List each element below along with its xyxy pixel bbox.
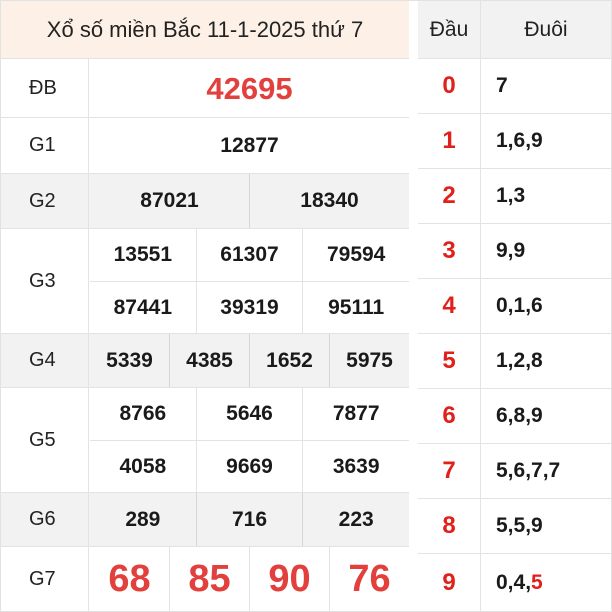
tail-column-header: Đuôi [524, 17, 568, 41]
prize-number: 5975 [346, 348, 393, 372]
prize-number: 79594 [326, 243, 386, 266]
prize-number: 8766 [90, 388, 197, 440]
loto-head: 1 [418, 114, 481, 168]
prize-label: G1 [1, 118, 89, 173]
prize-number: 5646 [197, 388, 304, 440]
prize-row-g3: G3 13551 61307 79594 87441 39319 95111 [1, 229, 409, 334]
prize-label: G4 [1, 334, 89, 387]
prize-label: G7 [1, 547, 89, 611]
loto-tail: 0,4, 5 [496, 570, 543, 594]
loto-tail: 1,3 [496, 184, 526, 207]
prize-number: 68 [90, 547, 170, 611]
loto-row: 8 5,5,9 [418, 499, 611, 554]
prize-number: 3639 [332, 454, 380, 478]
prize-number: 95111 [328, 295, 385, 319]
loto-head: 9 [418, 554, 481, 611]
loto-head: 5 [418, 334, 481, 388]
page-title: Xổ số miền Bắc 11-1-2025 thứ 7 [1, 1, 409, 59]
loto-head: 2 [418, 169, 481, 223]
prize-number: 87441 [90, 282, 197, 333]
loto-row: 9 0,4, 5 [418, 554, 611, 611]
prize-number: 9669 [197, 441, 304, 492]
prize-number: 716 [197, 493, 304, 546]
loto-row: 6 6,8,9 [418, 389, 611, 444]
prize-number: 12877 [220, 133, 279, 157]
loto-tail: 0,1,6 [496, 294, 543, 317]
loto-tail: 1,2,8 [496, 349, 543, 372]
loto-row: 5 1,2,8 [418, 334, 611, 389]
prize-label: G5 [1, 388, 89, 492]
loto-head: 0 [418, 59, 481, 113]
prize-number: 39319 [197, 282, 304, 333]
prize-number: 76 [348, 557, 391, 600]
prize-label: G2 [1, 174, 89, 228]
prize-number: 7877 [332, 402, 380, 425]
loto-header: Đầu Đuôi [418, 1, 611, 59]
loto-row: 2 1,3 [418, 169, 611, 224]
loto-row: 4 0,1,6 [418, 279, 611, 334]
loto-row: 0 7 [418, 59, 611, 114]
prize-number: 18340 [300, 189, 359, 212]
head-column-header: Đầu [418, 1, 481, 58]
prize-row-g6: G6 289 716 223 [1, 493, 409, 547]
loto-table: Đầu Đuôi 0 7 1 1,6,9 2 1,3 3 9,9 4 0,1,6… [418, 1, 611, 611]
prize-row-g2: G2 87021 18340 [1, 174, 409, 229]
loto-tail: 9,9 [496, 239, 526, 262]
loto-tail: 5,5,9 [496, 514, 543, 537]
loto-head: 3 [418, 224, 481, 278]
prize-number: 4058 [90, 441, 197, 492]
loto-head: 8 [418, 499, 481, 553]
prize-number: 223 [338, 507, 374, 531]
prize-label: G3 [1, 229, 89, 333]
loto-head: 4 [418, 279, 481, 333]
prize-number: 13551 [90, 229, 197, 281]
prize-number: 61307 [197, 229, 304, 281]
prize-row-g5: G5 8766 5646 7877 4058 9669 3639 [1, 388, 409, 493]
loto-head: 7 [418, 444, 481, 498]
prize-number: 289 [90, 493, 197, 546]
loto-tail: 7 [496, 74, 508, 97]
lottery-result-table: Xổ số miền Bắc 11-1-2025 thứ 7 ĐB 4 2 6 9 5 … [0, 0, 612, 612]
prize-label: G6 [1, 493, 89, 546]
prize-number: 90 [250, 547, 330, 611]
prize-number: 4385 [170, 334, 250, 387]
prize-table: Xổ số miền Bắc 11-1-2025 thứ 7 ĐB 42695 … [1, 1, 409, 611]
loto-tail: 1,6,9 [496, 129, 543, 152]
prize-row-g4: G4 5339 4385 1652 5975 [1, 334, 409, 388]
loto-row: 1 1,6,9 [418, 114, 611, 169]
prize-row-db: ĐB 42695 [1, 59, 409, 118]
prize-label: ĐB [1, 59, 89, 117]
loto-tail: 6,8,9 [496, 404, 543, 427]
prize-number: 42695 [206, 70, 293, 106]
prize-row-g1: G1 12877 [1, 118, 409, 174]
prize-number: 87021 [90, 174, 250, 228]
prize-row-g7: G7 68 85 90 76 [1, 547, 409, 611]
loto-row: 3 9,9 [418, 224, 611, 279]
prize-number: 1652 [250, 334, 330, 387]
prize-number: 5339 [90, 334, 170, 387]
loto-head: 6 [418, 389, 481, 443]
loto-tail: 5,6,7,7 [496, 459, 561, 482]
prize-number: 85 [170, 547, 250, 611]
loto-row: 7 5,6,7,7 [418, 444, 611, 499]
